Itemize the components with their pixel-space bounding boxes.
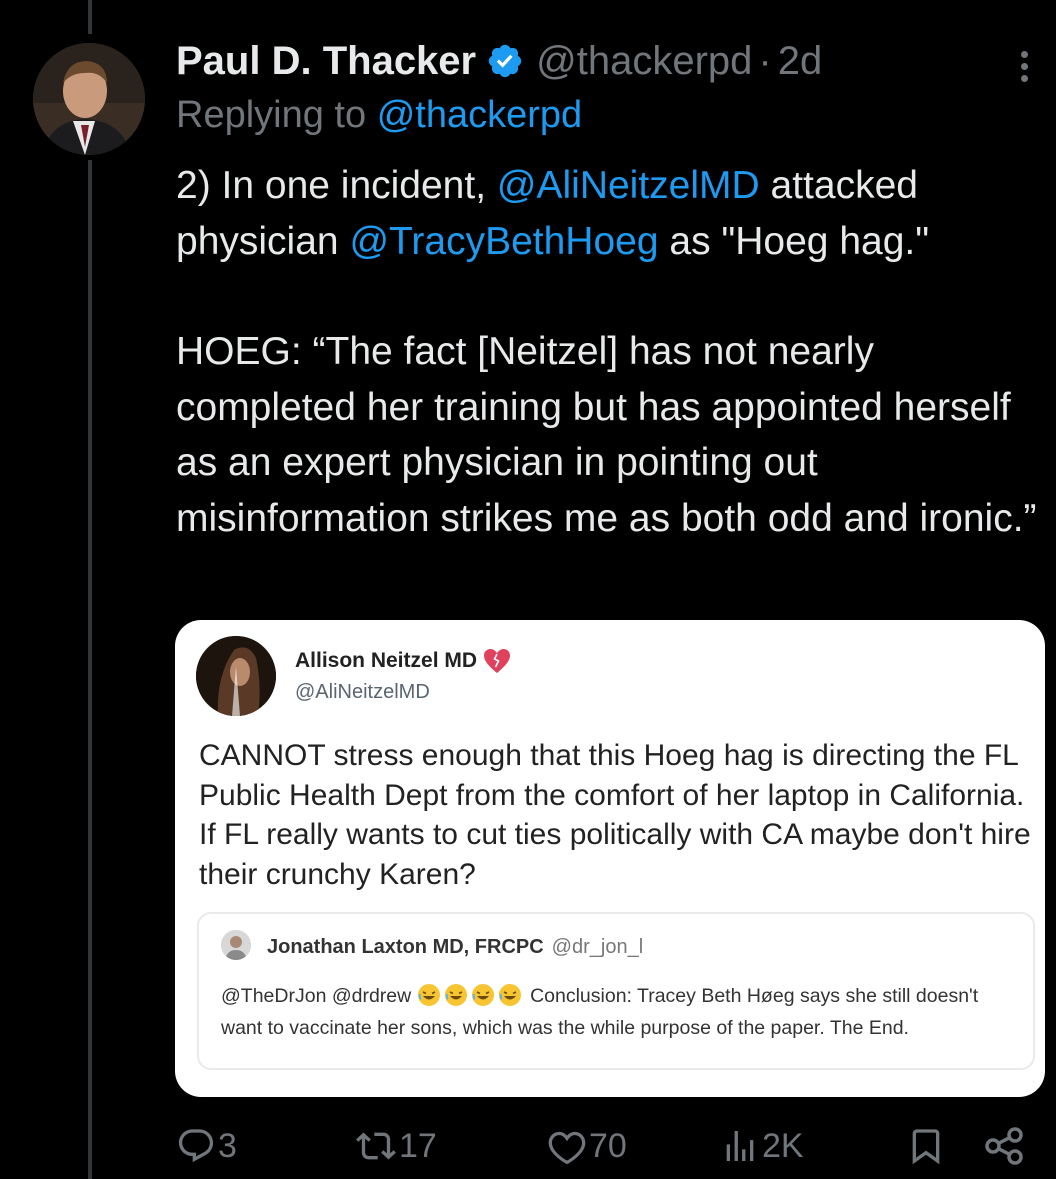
tweet-actions: 3 17 70 2K (0, 1118, 1056, 1178)
embedded-author-handle: @AliNeitzelMD (295, 681, 430, 703)
text-segment: as "Hoeg hag." (669, 219, 930, 263)
replying-to: Replying to @thackerpd (176, 94, 582, 137)
reply-button[interactable]: 3 (176, 1126, 237, 1166)
quote-author-name: Jonathan Laxton MD, FRCPC (267, 936, 544, 958)
thread-line-top (88, 0, 92, 34)
more-icon[interactable] (1014, 46, 1034, 86)
like-icon (548, 1131, 586, 1165)
retweet-count: 17 (399, 1126, 437, 1165)
author-handle[interactable]: @thackerpd (536, 39, 752, 84)
laughing-emoji-icon (444, 983, 468, 1007)
laughing-emoji-icon (417, 983, 525, 1007)
verified-badge-icon[interactable] (486, 42, 524, 80)
laughing-emoji-icon (471, 983, 495, 1007)
tweet-paragraph-1: 2) In one incident, @AliNeitzelMD attack… (176, 158, 1046, 269)
retweet-button[interactable]: 17 (355, 1126, 437, 1166)
views-button[interactable]: 2K (720, 1126, 804, 1166)
text-segment: 2) In one incident, (176, 164, 487, 207)
view-count: 2K (762, 1126, 804, 1165)
embedded-author-name-text: Allison Neitzel MD (295, 649, 478, 672)
mention-tracybethhoeg[interactable]: @TracyBethHoeg (349, 220, 658, 263)
replying-to-label: Replying to (176, 94, 367, 136)
like-count: 70 (589, 1126, 627, 1165)
mention-alineitzelmd[interactable]: @AliNeitzelMD (497, 164, 760, 207)
retweet-icon (356, 1132, 396, 1160)
quote-text-start: @TheDrJon @drdrew (221, 985, 412, 1007)
tweet-text: 2) In one incident, @AliNeitzelMD attack… (176, 158, 1046, 546)
laughing-emoji-icon (498, 983, 522, 1007)
quote-author-handle: @dr_jon_l (551, 936, 644, 958)
tweet-header: Paul D. Thacker @thackerpd · 2d (176, 34, 822, 88)
quote-text: @TheDrJon @drdrew Conclusion: Tracey Bet… (221, 980, 1019, 1044)
reply-icon (178, 1129, 214, 1163)
quote-author-line: Jonathan Laxton MD, FRCPC @dr_jon_l (267, 936, 643, 959)
embedded-author-name: Allison Neitzel MD (295, 648, 511, 674)
replying-to-handle[interactable]: @thackerpd (377, 94, 582, 136)
heart-emoji-icon (483, 648, 511, 674)
reply-count: 3 (218, 1126, 237, 1165)
share-button[interactable] (982, 1126, 1026, 1166)
bookmark-icon (912, 1129, 940, 1165)
bookmark-button[interactable] (906, 1126, 946, 1166)
embedded-quote-tweet: Jonathan Laxton MD, FRCPC @dr_jon_l @TheD… (197, 912, 1035, 1070)
views-icon (726, 1131, 754, 1161)
tweet-paragraph-2: HOEG: “The fact [Neitzel] has not nearly… (176, 330, 1037, 540)
embedded-author-avatar (196, 636, 276, 716)
embedded-tweet-image[interactable]: Allison Neitzel MD @AliNeitzelMD CANNOT … (175, 620, 1045, 1097)
separator-dot: · (758, 38, 772, 83)
like-button[interactable]: 70 (547, 1126, 627, 1166)
laughing-emoji-icon (417, 983, 441, 1007)
tweet-time[interactable]: 2d (778, 39, 823, 84)
embedded-tweet-text: CANNOT stress enough that this Hoeg hag … (199, 739, 1031, 891)
quote-author-avatar (221, 930, 251, 960)
thread-line-bottom (88, 160, 92, 1179)
share-icon (985, 1127, 1023, 1165)
author-name[interactable]: Paul D. Thacker (176, 39, 476, 84)
author-avatar[interactable] (33, 43, 145, 155)
